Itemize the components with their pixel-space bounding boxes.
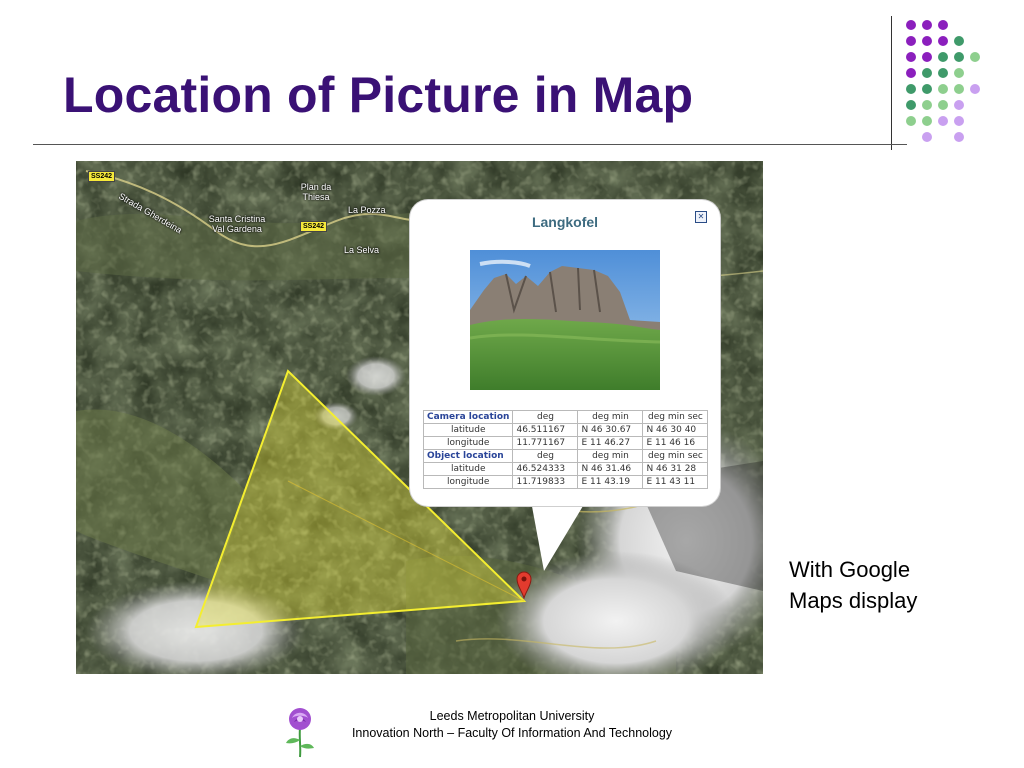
map-label-la-pozza: La Pozza [348, 205, 386, 215]
table-header-cell: deg [512, 410, 579, 424]
table-cell: N 46 31.46 [577, 462, 644, 476]
table-cell: E 11 43 11 [642, 475, 709, 489]
table-cell: latitude [422, 462, 514, 476]
slide-footer: Leeds Metropolitan University Innovation… [290, 708, 734, 742]
table-header-row: Object location deg deg min deg min sec [422, 449, 709, 463]
table-row: latitude 46.524333 N 46 31.46 N 46 31 28 [422, 462, 709, 476]
map-label-la-selva: La Selva [344, 245, 380, 255]
caption-line: With Google [789, 557, 911, 582]
table-row: longitude 11.771167 E 11 46.27 E 11 46 1… [422, 436, 709, 450]
slide-caption: With Google Maps display [789, 554, 917, 616]
close-icon[interactable]: ✕ [695, 211, 707, 223]
table-header-cell: deg [512, 449, 579, 463]
table-header-row: Camera location deg deg min deg min sec [422, 410, 709, 424]
table-header-cell: deg min sec [642, 449, 709, 463]
table-cell: longitude [422, 436, 514, 450]
info-window: Langkofel ✕ Camera location deg deg min … [410, 200, 720, 506]
table-cell: 46.511167 [512, 423, 579, 437]
map-label-santa-cristina: Santa Cristina Val Gardena [208, 214, 266, 234]
table-cell: E 11 43.19 [577, 475, 644, 489]
table-header-cell: deg min [577, 449, 644, 463]
table-cell: N 46 30.67 [577, 423, 644, 437]
footer-line: Innovation North – Faculty Of Informatio… [351, 726, 673, 740]
table-cell: E 11 46 16 [642, 436, 709, 450]
table-row: longitude 11.719833 E 11 43.19 E 11 43 1… [422, 475, 709, 489]
info-window-title: Langkofel [531, 214, 599, 230]
vertical-divider [891, 16, 892, 150]
footer-line: Leeds Metropolitan University [429, 709, 595, 723]
table-cell: longitude [422, 475, 514, 489]
satellite-map[interactable]: SS242 SS242 Strada Gherdeina Plan da Thi… [76, 161, 763, 674]
table-cell: N 46 30 40 [642, 423, 709, 437]
map-label-plan-da-thiesa: Plan da Thiesa [300, 182, 332, 202]
coordinates-table: Camera location deg deg min deg min sec … [422, 410, 709, 489]
decorative-dot-grid [906, 20, 980, 142]
table-header-cell: deg min sec [642, 410, 709, 424]
table-cell: 11.771167 [512, 436, 579, 450]
table-cell: 46.524333 [512, 462, 579, 476]
map-pin-icon[interactable] [516, 571, 532, 600]
table-cell: E 11 46.27 [577, 436, 644, 450]
horizontal-divider [33, 144, 907, 145]
table-cell: N 46 31 28 [642, 462, 709, 476]
caption-line: Maps display [789, 588, 918, 613]
table-header-cell: deg min [577, 410, 644, 424]
road-label: SS242 [300, 221, 328, 232]
road-label: SS242 [88, 171, 116, 182]
slide-title: Location of Picture in Map [63, 67, 694, 123]
table-header-cell: Object location [422, 449, 514, 463]
table-cell: 11.719833 [512, 475, 579, 489]
table-row: latitude 46.511167 N 46 30.67 N 46 30 40 [422, 423, 709, 437]
table-header-cell: Camera location [422, 410, 514, 424]
mountain-photo [470, 250, 660, 390]
table-cell: latitude [422, 423, 514, 437]
